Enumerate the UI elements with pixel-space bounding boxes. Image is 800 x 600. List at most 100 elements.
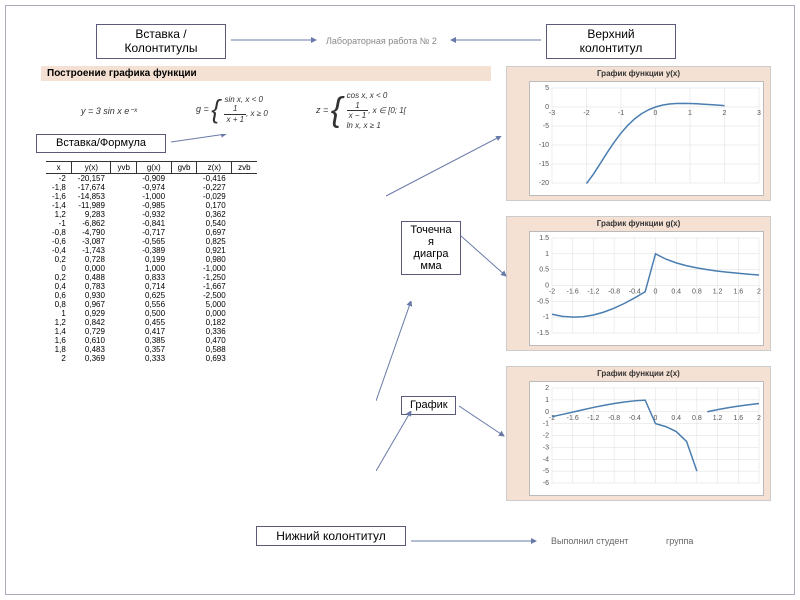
section-title: Построение графика функции [47, 68, 197, 79]
table-row: 10,9290,5000,000 [46, 309, 257, 318]
chart-g-title: График функции g(x) [507, 217, 770, 228]
formula-g-lhs: g = [196, 104, 209, 114]
svg-text:-3: -3 [543, 444, 549, 451]
svg-text:-10: -10 [539, 142, 549, 149]
svg-text:1.2: 1.2 [713, 415, 723, 422]
callout-scatter: Точечна я диагра мма [401, 221, 461, 275]
table-row: -0,8-4,790-0,7170,697 [46, 228, 257, 237]
svg-text:0.8: 0.8 [692, 415, 702, 422]
svg-text:-0.5: -0.5 [537, 298, 549, 305]
svg-text:0.4: 0.4 [671, 415, 681, 422]
formula-y: y = 3 sin x e⁻ˣ [81, 106, 137, 117]
svg-text:2: 2 [723, 110, 727, 117]
svg-text:-4: -4 [543, 456, 549, 463]
svg-text:1.6: 1.6 [733, 289, 743, 296]
callout-top-header: Верхний колонтитул [546, 24, 676, 59]
svg-text:-2: -2 [583, 110, 589, 117]
svg-text:-0.8: -0.8 [608, 415, 620, 422]
svg-text:-3: -3 [549, 110, 555, 117]
table-row: -2-20,157-0,909-0,416 [46, 174, 257, 184]
svg-text:0: 0 [654, 110, 658, 117]
svg-text:1: 1 [545, 251, 549, 258]
svg-text:5: 5 [545, 85, 549, 92]
svg-text:-0.4: -0.4 [629, 415, 641, 422]
table-row: 0,40,7830,714-1,667 [46, 282, 257, 291]
formula-z-p3: ln x, x ≥ 1 [347, 121, 381, 130]
svg-text:0: 0 [545, 104, 549, 111]
chart-y-box: График функции y(x) -3-2-10123-20-15-10-… [506, 66, 771, 201]
formula-z-lhs: z = [316, 105, 328, 115]
formula-z: z = { cos x, x < 0 1x − 1, x ∈ [0; 1[ ln… [316, 91, 406, 130]
col-x: x [46, 162, 72, 174]
svg-text:3: 3 [757, 110, 761, 117]
svg-text:0.8: 0.8 [692, 289, 702, 296]
table-row: 00,0001,000-1,000 [46, 264, 257, 273]
svg-text:-1.6: -1.6 [567, 415, 579, 422]
table-row: 0,20,4880,833-1,250 [46, 273, 257, 282]
col-g(x): g(x) [136, 162, 171, 174]
table-row: 1,60,6100,3850,470 [46, 336, 257, 345]
table-row: 0,20,7280,1990,980 [46, 255, 257, 264]
svg-text:2: 2 [545, 385, 549, 392]
svg-text:0: 0 [545, 283, 549, 290]
table-row: -1,8-17,674-0,974-0,227 [46, 183, 257, 192]
svg-text:-1.2: -1.2 [587, 415, 599, 422]
svg-text:-2: -2 [549, 289, 555, 296]
table-row: -0,6-3,087-0,5650,825 [46, 237, 257, 246]
footer-student: Выполнил студент [551, 536, 628, 546]
svg-text:-1.5: -1.5 [537, 330, 549, 337]
svg-text:0: 0 [654, 289, 658, 296]
svg-text:-0.8: -0.8 [608, 289, 620, 296]
formula-z-p1: cos x, x < 0 [347, 91, 388, 100]
svg-text:-5: -5 [543, 468, 549, 475]
chart-g-box: График функции g(x) -2-1.6-1.2-0.8-0.400… [506, 216, 771, 351]
svg-text:-1: -1 [618, 110, 624, 117]
chart-y-title: График функции y(x) [507, 67, 770, 78]
table-row: -1,6-14,853-1,000-0,029 [46, 192, 257, 201]
svg-text:1: 1 [688, 110, 692, 117]
table-row: 0,60,9300,625-2,500 [46, 291, 257, 300]
table-row: 0,80,9670,5565,000 [46, 300, 257, 309]
svg-text:0: 0 [545, 409, 549, 416]
header-lab-work: Лабораторная работа № 2 [326, 36, 437, 46]
data-table: xy(x)yvbg(x)gvbz(x)zvb -2-20,157-0,909-0… [46, 161, 257, 363]
table-row: -1-6,862-0,8410,540 [46, 219, 257, 228]
col-y(x): y(x) [72, 162, 111, 174]
table-row: 20,3690,3330,693 [46, 354, 257, 363]
formula-g: g = { sin x, x < 0 1x + 1, x ≥ 0 [196, 94, 268, 125]
svg-text:1.2: 1.2 [713, 289, 723, 296]
col-yvb: yvb [111, 162, 136, 174]
table-body: -2-20,157-0,909-0,416-1,8-17,674-0,974-0… [46, 174, 257, 364]
svg-text:-20: -20 [539, 180, 549, 187]
section-title-banner: Построение графика функции [41, 66, 491, 81]
footer-group: группа [666, 536, 693, 546]
svg-text:0.5: 0.5 [539, 267, 549, 274]
callout-insert-header-footer: Вставка / Колонтитулы [96, 24, 226, 59]
table-row: 1,40,7290,4170,336 [46, 327, 257, 336]
svg-text:-1.2: -1.2 [587, 289, 599, 296]
chart-z-title: График функции z(x) [507, 367, 770, 378]
svg-text:1.5: 1.5 [539, 235, 549, 242]
page-frame: Вставка / Колонтитулы Верхний колонтитул… [5, 5, 795, 595]
chart-g-plot: -2-1.6-1.2-0.8-0.400.40.81.21.62-1.5-1-0… [529, 231, 764, 346]
svg-text:-1.6: -1.6 [567, 289, 579, 296]
svg-text:-5: -5 [543, 123, 549, 130]
chart-z-box: График функции z(x) -2-1.6-1.2-0.8-0.400… [506, 366, 771, 501]
table-row: -0,4-1,743-0,3890,921 [46, 246, 257, 255]
svg-text:1.6: 1.6 [733, 415, 743, 422]
callout-bottom-footer: Нижний колонтитул [256, 526, 406, 546]
callout-insert-formula: Вставка/Формула [36, 134, 166, 153]
table-row: 1,29,283-0,9320,362 [46, 210, 257, 219]
col-zvb: zvb [232, 162, 257, 174]
table-row: 1,20,8420,4550,182 [46, 318, 257, 327]
svg-text:-1: -1 [543, 314, 549, 321]
svg-text:-6: -6 [543, 480, 549, 487]
formula-g-p1: sin x, x < 0 [224, 95, 262, 104]
svg-text:2: 2 [757, 415, 761, 422]
svg-text:-15: -15 [539, 161, 549, 168]
svg-text:0.4: 0.4 [671, 289, 681, 296]
svg-text:1: 1 [545, 397, 549, 404]
chart-z-plot: -2-1.6-1.2-0.8-0.400.40.81.21.62-6-5-4-3… [529, 381, 764, 496]
svg-text:-1: -1 [543, 421, 549, 428]
chart-y-plot: -3-2-10123-20-15-10-505 [529, 81, 764, 196]
